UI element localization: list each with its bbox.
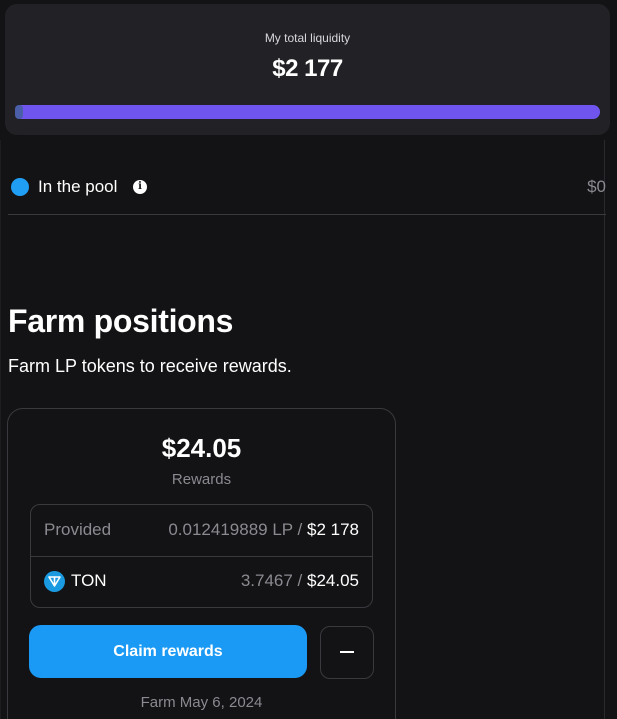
token-value: 3.7467 / $24.05 — [241, 571, 359, 591]
farm-positions-title: Farm positions — [8, 303, 234, 339]
provided-amount: 0.012419889 LP — [168, 520, 293, 539]
token-amount: 3.7467 — [240, 571, 293, 590]
provided-label: Provided — [44, 520, 112, 539]
provided-separator: / — [292, 520, 307, 539]
claim-rewards-button[interactable]: Claim rewards — [29, 625, 307, 678]
liquidity-card: My total liquidity $2 177 — [5, 4, 610, 135]
info-icon[interactable]: i — [133, 180, 147, 194]
ton-glyph — [48, 576, 61, 587]
token-separator: / — [292, 571, 307, 590]
liquidity-bar-fill — [15, 105, 600, 119]
rewards-label: Rewards — [171, 471, 232, 488]
liquidity-bar-start — [15, 105, 23, 119]
provided-usd: $2 178 — [307, 520, 359, 539]
left-border — [0, 140, 1, 719]
rewards-value: $24.05 — [161, 433, 242, 463]
token-usd: $24.05 — [307, 571, 359, 590]
provided-value: 0.012419889 LP / $2 178 — [168, 520, 359, 540]
unstake-button[interactable] — [320, 626, 374, 679]
pool-dot-icon — [11, 178, 29, 196]
pool-value: $0 — [587, 177, 606, 196]
farm-position-card: $24.05 Rewards Provided 0.012419889 LP /… — [7, 408, 396, 719]
farm-date: Farm May 6, 2024 — [140, 694, 263, 711]
pool-label: In the pool — [38, 177, 118, 196]
token-row: TON 3.7467 / $24.05 — [31, 556, 372, 607]
liquidity-bar — [15, 105, 600, 119]
position-details: Provided 0.012419889 LP / $2 178 TON 3.7… — [30, 504, 373, 608]
minus-icon — [340, 651, 354, 653]
in-the-pool-row: In the pool i $0 — [8, 168, 606, 215]
farm-positions-subtitle: Farm LP tokens to receive rewards. — [8, 356, 292, 376]
page: My total liquidity $2 177 In the pool i … — [0, 0, 617, 719]
provided-row: Provided 0.012419889 LP / $2 178 — [31, 505, 372, 557]
token-label: TON — [71, 571, 107, 590]
ton-icon — [44, 571, 65, 592]
liquidity-value: $2 177 — [272, 55, 343, 82]
right-border — [604, 140, 605, 719]
liquidity-label: My total liquidity — [264, 31, 351, 45]
